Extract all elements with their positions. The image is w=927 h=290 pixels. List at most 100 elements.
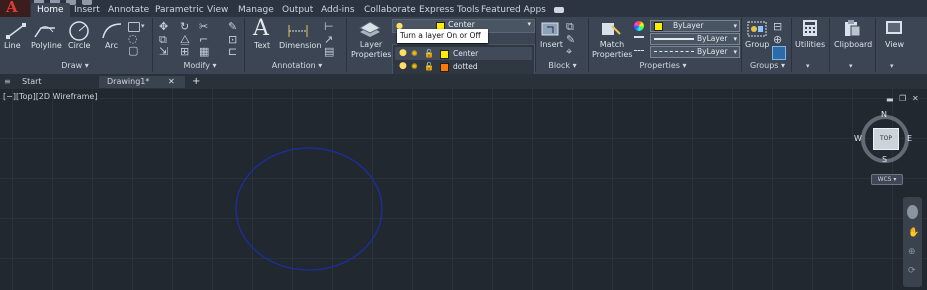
viewcube-top-face[interactable]: TOP (873, 128, 899, 150)
draw-more-icon[interactable]: ▾ (141, 21, 145, 32)
viewport-restore-icon[interactable]: ❐ (899, 94, 906, 103)
tab-start[interactable]: Start (22, 76, 42, 88)
viewport-close-icon[interactable]: ✕ (912, 94, 919, 103)
lineweight-preview (654, 38, 694, 40)
circle-button[interactable]: Circle (68, 41, 90, 51)
erase-icon[interactable]: ✎ (228, 21, 237, 32)
drawn-circle[interactable] (230, 144, 388, 274)
view-chevron-icon[interactable]: ▾ (890, 62, 894, 70)
viewport-minimize-icon[interactable]: ▬ (886, 95, 894, 104)
clipboard-chevron-icon[interactable]: ▾ (849, 62, 853, 70)
sun-thaw-icon[interactable]: ✺ (411, 47, 418, 60)
tab-manage[interactable]: Manage (238, 3, 274, 17)
application-menu-button[interactable]: A (0, 0, 30, 17)
leader-icon[interactable]: ⊢ (324, 21, 334, 32)
zoom-icon[interactable]: ⊕ (908, 247, 916, 257)
layer-item-dotted[interactable]: ● ✺ 🔓 dotted (395, 60, 532, 73)
layer-properties-button[interactable]: Layer Properties (351, 40, 391, 60)
match-properties-button[interactable]: Match Properties (592, 40, 632, 60)
close-tab-icon[interactable]: ✕ (168, 76, 175, 88)
trim-icon[interactable]: ✂ (199, 21, 208, 32)
layer-properties-icon (358, 21, 382, 37)
tab-featured-apps[interactable]: Featured Apps (481, 3, 546, 17)
view-button[interactable]: View (885, 40, 904, 50)
ribbon-minimize-icon[interactable] (554, 7, 564, 13)
stretch-icon[interactable]: ⇲ (159, 46, 168, 57)
table-icon[interactable]: ▤ (324, 46, 334, 57)
tab-output[interactable]: Output (282, 3, 313, 17)
viewport-controls-label[interactable]: [−][Top][2D Wireframe] (3, 92, 97, 101)
tab-home[interactable]: Home (31, 3, 70, 17)
tab-express-tools[interactable]: Express Tools (419, 3, 479, 17)
lineweight-dropdown[interactable]: ByLayer ▾ (650, 33, 740, 45)
offset-icon[interactable]: ⊏ (228, 46, 237, 57)
compass-west[interactable]: W (854, 134, 862, 143)
text-button[interactable]: Text (254, 41, 270, 51)
tab-insert[interactable]: Insert (74, 3, 100, 17)
properties-panel-title[interactable]: Properties ▾ (628, 60, 698, 72)
panel-divider (588, 18, 589, 72)
draw-panel-title[interactable]: Draw ▾ (40, 60, 110, 72)
fillet-icon[interactable]: ⌐ (199, 34, 208, 45)
annotation-panel-title[interactable]: Annotation ▾ (262, 60, 332, 72)
block-panel-title[interactable]: Block ▾ (540, 60, 585, 72)
color-dropdown[interactable]: ByLayer ▾ (650, 20, 740, 32)
lightbulb-on-icon[interactable]: ● (399, 60, 407, 73)
new-tab-icon[interactable]: + (192, 76, 200, 88)
pan-icon[interactable]: ✋ (908, 228, 919, 238)
modify-panel-title[interactable]: Modify ▾ (160, 60, 240, 72)
edit-attributes-icon[interactable]: ⌖ (566, 46, 572, 57)
utilities-chevron-icon[interactable]: ▾ (806, 62, 810, 70)
arc-button[interactable]: Arc (105, 41, 118, 51)
array-icon[interactable]: ▦ (199, 46, 209, 57)
groups-panel-title[interactable]: Groups ▾ (745, 60, 790, 72)
polyline-button[interactable]: Polyline (31, 41, 62, 51)
steering-wheel-icon[interactable] (907, 205, 918, 219)
group-select-toggle[interactable] (772, 46, 786, 60)
unlock-icon[interactable]: 🔓 (424, 47, 434, 60)
tab-add-ins[interactable]: Add-ins (321, 3, 355, 17)
group-button[interactable]: Group (745, 40, 769, 50)
move-icon[interactable]: ✥ (159, 21, 168, 32)
compass-north[interactable]: N (881, 110, 887, 119)
layer-item-center[interactable]: ● ✺ 🔓 Center (395, 47, 532, 60)
edit-block-icon[interactable]: ✎ (566, 34, 575, 45)
dimension-icon (288, 25, 308, 37)
insert-button[interactable]: Insert (540, 40, 563, 50)
line-icon (6, 23, 26, 39)
rectangle-icon[interactable] (128, 22, 140, 32)
linetype-dropdown[interactable]: ByLayer ▾ (650, 46, 740, 58)
rotate-icon[interactable]: ↻ (180, 21, 189, 32)
tab-annotate[interactable]: Annotate (108, 3, 149, 17)
lightbulb-on-icon[interactable]: ● (399, 47, 407, 60)
line-button[interactable]: Line (4, 41, 21, 51)
utilities-button[interactable]: Utilities (795, 40, 825, 50)
panel-divider (535, 18, 536, 72)
group-edit-icon[interactable]: ⊕ (773, 34, 782, 45)
explode-icon[interactable]: ⊡ (228, 34, 237, 45)
compass-south[interactable]: S (882, 155, 887, 164)
dimension-button[interactable]: Dimension (279, 41, 322, 51)
ungroup-icon[interactable]: ⊟ (773, 21, 782, 32)
orbit-icon[interactable]: ⟳ (908, 266, 916, 276)
gradient-icon[interactable]: ▢ (128, 45, 138, 56)
menu-icon[interactable]: ≡ (4, 77, 11, 86)
sun-thaw-icon[interactable]: ✺ (411, 60, 418, 73)
insert-block-icon (541, 22, 559, 36)
tab-view[interactable]: View (207, 3, 228, 17)
multileader-icon[interactable]: ↗ (324, 34, 333, 45)
wcs-menu[interactable]: WCS ▾ (871, 174, 903, 185)
scale-icon[interactable]: ⊞ (180, 46, 189, 57)
tab-parametric[interactable]: Parametric (155, 3, 204, 17)
tab-collaborate[interactable]: Collaborate (364, 3, 416, 17)
create-block-icon[interactable]: ⧉ (566, 21, 574, 32)
mirror-icon[interactable]: ⧋ (180, 34, 190, 45)
copy-icon[interactable]: ⧉ (159, 34, 167, 45)
hatch-icon[interactable]: ◌ (128, 33, 138, 44)
compass-east[interactable]: E (907, 134, 912, 143)
drawing-canvas[interactable] (0, 89, 927, 290)
clipboard-button[interactable]: Clipboard (834, 40, 872, 50)
circle-icon (69, 21, 89, 41)
tooltip: Turn a layer On or Off (397, 29, 488, 43)
unlock-icon[interactable]: 🔓 (424, 60, 434, 73)
